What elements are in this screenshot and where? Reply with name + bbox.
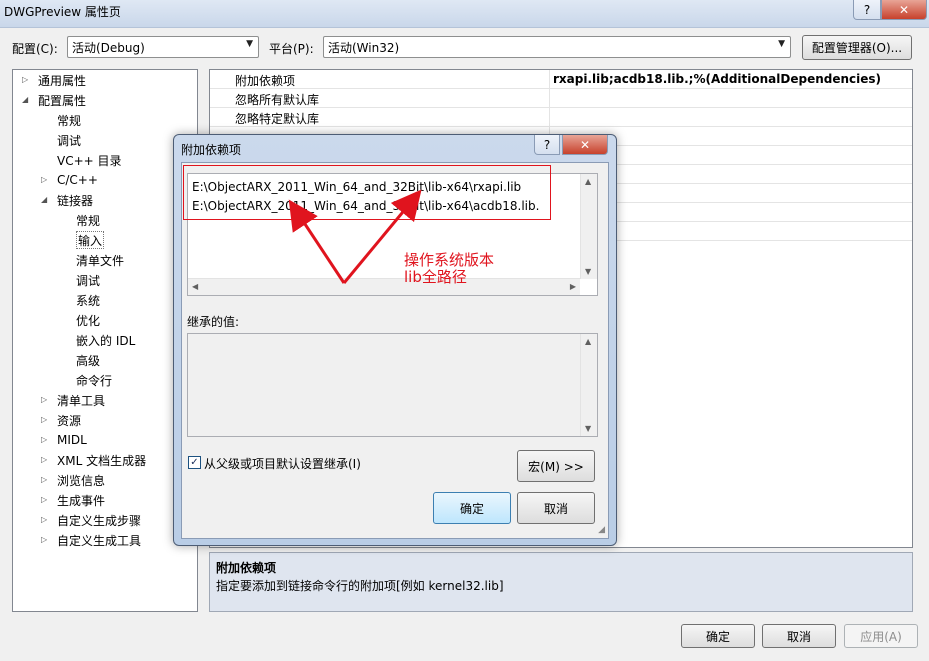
- annotation-arrows: [288, 189, 422, 284]
- annotation-line: lib全路径: [404, 268, 467, 286]
- annotation-arrow-left: [288, 199, 346, 284]
- annotation-text: 操作系统版本 lib全路径: [404, 252, 494, 286]
- annotation-arrow-right: [342, 189, 422, 284]
- annotation-line: 操作系统版本: [404, 251, 495, 269]
